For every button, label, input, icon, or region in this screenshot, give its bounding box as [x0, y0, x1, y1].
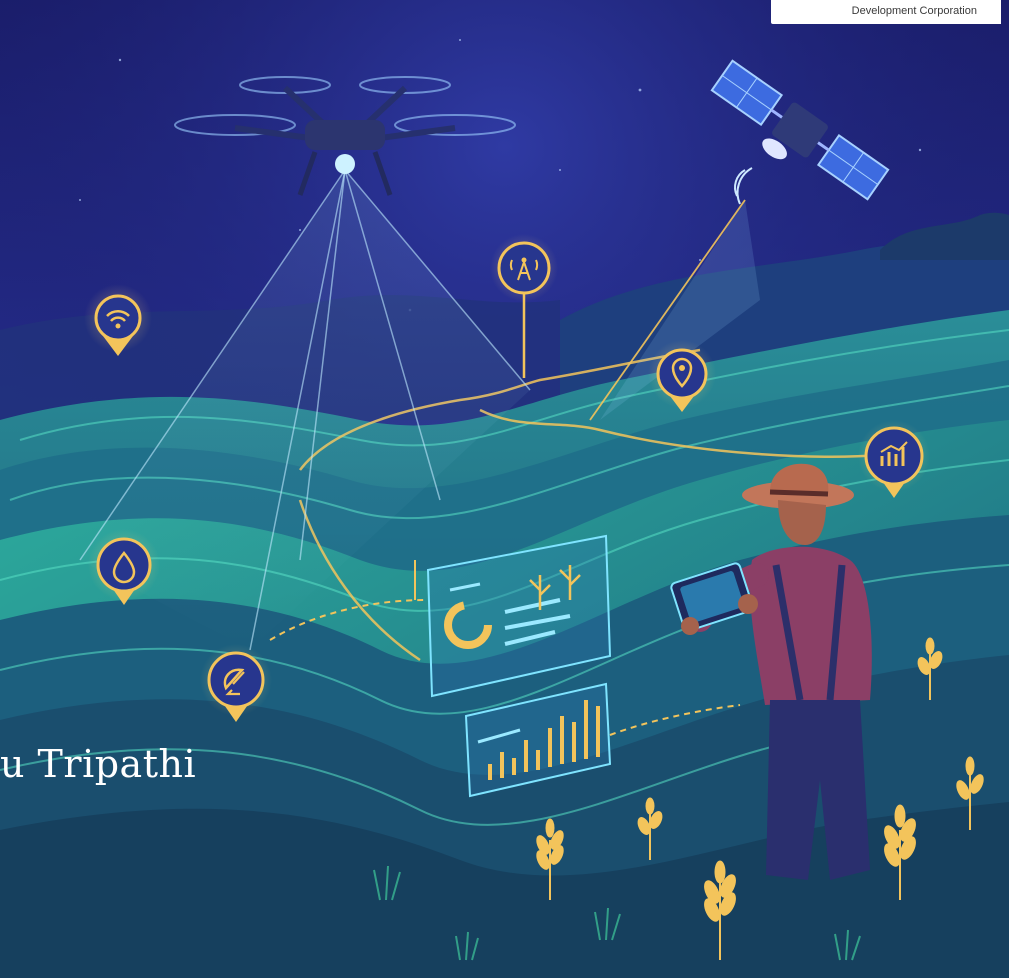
logo-org-text: Development Corporation — [851, 5, 977, 17]
illustration-canvas: Development Corporation u Tripathi — [0, 0, 1009, 978]
precision-agriculture-illustration — [0, 0, 1009, 978]
organization-logo: Development Corporation — [771, 0, 1001, 24]
author-name: u Tripathi — [0, 742, 197, 786]
